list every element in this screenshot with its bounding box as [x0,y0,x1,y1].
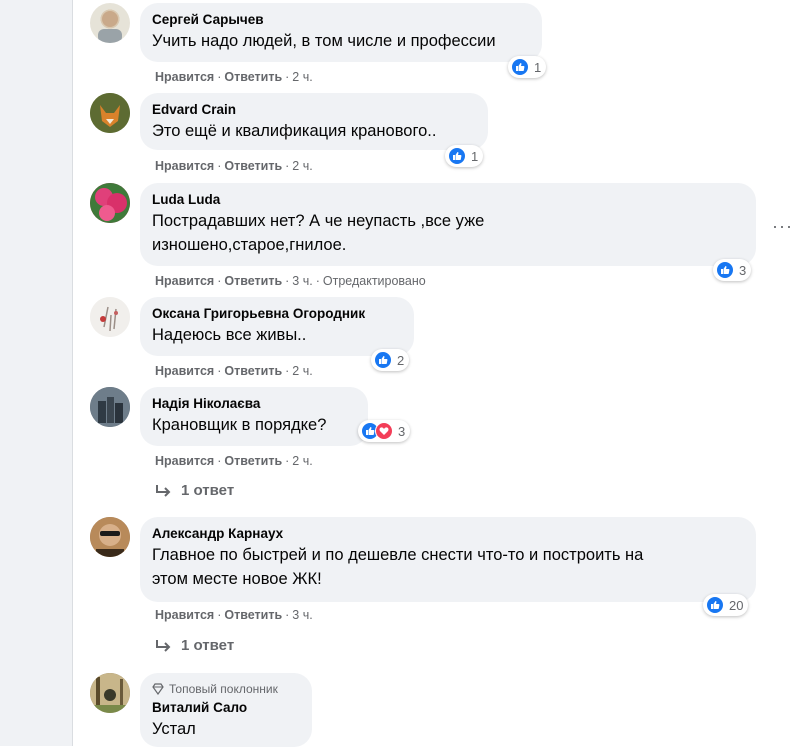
left-gutter [0,0,72,746]
comment-actions: Нравится · Ответить · 2 ч. [155,454,313,468]
reaction-count: 3 [398,423,406,439]
comment-time[interactable]: 2 ч. [292,70,312,84]
comment-text: Крановщик в порядке? [152,416,327,434]
comment-time[interactable]: 3 ч. [292,608,312,622]
reaction-count: 1 [534,59,542,75]
like-button[interactable]: Нравится [155,608,214,622]
avatar[interactable] [90,183,130,223]
comment-actions: Нравится · Ответить · 2 ч. [155,364,313,378]
reply-arrow-icon [156,484,171,497]
comment-time[interactable]: 3 ч. [292,274,312,288]
reaction-summary[interactable]: 1 [508,56,547,78]
comment-author[interactable]: Надія Ніколаєва [152,395,356,413]
avatar-image [90,517,130,557]
comment-text: Пострадавших нет? А че неупасть ,все уже [152,212,485,230]
avatar[interactable] [90,673,130,713]
edited-label[interactable]: Отредактировано [323,274,426,288]
reaction-summary[interactable]: 1 [445,145,484,167]
reaction-count: 1 [471,148,479,164]
comment-actions: Нравится · Ответить · 2 ч. [155,70,313,84]
like-reaction-icon [448,147,466,165]
comment-text: изношено,старое,гнилое. [152,236,347,254]
comment-author[interactable]: Edvard Crain [152,101,476,119]
comment-actions: Нравится · Ответить · 2 ч. [155,159,313,173]
comment-bubble: Александр Карнаух Главное по быстрей и п… [140,517,756,602]
comment-time[interactable]: 2 ч. [292,454,312,468]
reply-button[interactable]: Ответить [224,159,282,173]
avatar-image [90,297,130,337]
replies-count[interactable]: 1 ответ [181,637,234,654]
love-reaction-icon [375,422,393,440]
reply-button[interactable]: Ответить [224,274,282,288]
more-options-icon[interactable]: ··· [772,216,793,237]
reply-arrow-icon [156,639,171,652]
comment-author[interactable]: Александр Карнаух [152,525,744,543]
comment-text: Это ещё и квалификация кранового.. [152,122,437,140]
avatar[interactable] [90,517,130,557]
like-button[interactable]: Нравится [155,274,214,288]
view-replies-link[interactable]: 1 ответ [155,637,234,654]
comment-author[interactable]: Оксана Григорьевна Огородник [152,305,402,323]
reaction-summary[interactable]: 20 [703,594,749,616]
like-reaction-icon [511,58,529,76]
like-button[interactable]: Нравится [155,70,214,84]
reaction-summary[interactable]: 3 [358,420,411,442]
reaction-count: 20 [729,597,744,613]
reply-button[interactable]: Ответить [224,608,282,622]
avatar[interactable] [90,297,130,337]
comment-text: этом месте новое ЖК! [152,570,322,588]
reaction-count: 2 [397,352,405,368]
reaction-summary[interactable]: 3 [713,259,752,281]
like-reaction-icon [716,261,734,279]
comment-text: Устал [152,720,196,738]
comment-bubble: Luda Luda Пострадавших нет? А че неупаст… [140,183,756,266]
diamond-icon [152,683,164,695]
avatar-image [90,673,130,713]
avatar[interactable] [90,3,130,43]
reply-button[interactable]: Ответить [224,364,282,378]
like-reaction-icon [374,351,392,369]
comment-bubble: Топовый поклонник Виталий Сало Устал [140,673,312,747]
comment-actions: Нравится · Ответить · 3 ч. [155,608,313,622]
comment-text: Учить надо людей, в том числе и професси… [152,32,496,50]
comment-author[interactable]: Сергей Сарычев [152,11,530,29]
avatar-image [98,11,122,43]
comment-author[interactable]: Luda Luda [152,191,744,209]
comment-bubble: Edvard Crain Это ещё и квалификация кран… [140,93,488,150]
avatar[interactable] [90,93,130,133]
top-fan-badge[interactable]: Топовый поклонник [152,681,300,697]
comment-bubble: Оксана Григорьевна Огородник Надеюсь все… [140,297,414,356]
comment-bubble: Сергей Сарычев Учить надо людей, в том ч… [140,3,542,62]
badge-label: Топовый поклонник [169,682,278,696]
comment-time[interactable]: 2 ч. [292,159,312,173]
comment-time[interactable]: 2 ч. [292,364,312,378]
like-button[interactable]: Нравится [155,364,214,378]
comment-author[interactable]: Виталий Сало [152,699,300,717]
comment-bubble: Надія Ніколаєва Крановщик в порядке? [140,387,368,446]
reply-button[interactable]: Ответить [224,454,282,468]
comment-text: Надеюсь все живы.. [152,326,307,344]
reaction-summary[interactable]: 2 [371,349,410,371]
like-reaction-icon [706,596,724,614]
reaction-count: 3 [739,262,747,278]
avatar-image [90,387,130,427]
gutter-divider [72,0,73,746]
avatar[interactable] [90,387,130,427]
avatar-image [90,93,130,133]
comment-actions: Нравится · Ответить · 3 ч. · Отредактировано [155,274,426,288]
comment-text: Главное по быстрей и по дешевле снести ч… [152,546,644,564]
reply-button[interactable]: Ответить [224,70,282,84]
view-replies-link[interactable]: 1 ответ [155,482,234,499]
avatar-image [90,183,130,223]
like-button[interactable]: Нравится [155,454,214,468]
like-button[interactable]: Нравится [155,159,214,173]
replies-count[interactable]: 1 ответ [181,482,234,499]
